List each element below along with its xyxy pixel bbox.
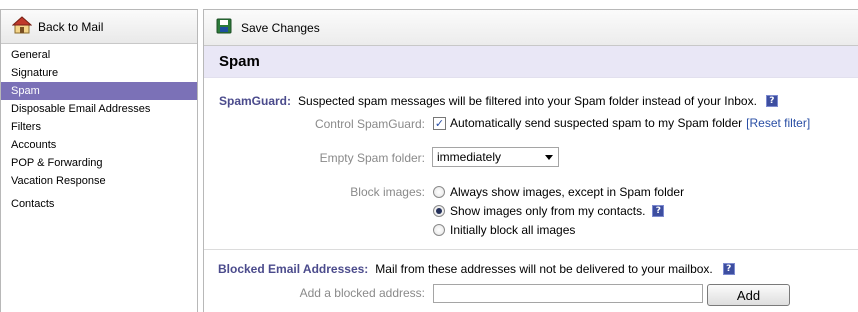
section-divider (204, 249, 858, 250)
sidebar-item-spam[interactable]: Spam (1, 82, 197, 100)
control-spamguard-text: Automatically send suspected spam to my … (450, 116, 743, 130)
blocked-addresses-help-icon[interactable]: ? (722, 263, 735, 275)
back-to-mail-label: Back to Mail (38, 19, 104, 34)
save-changes-button[interactable]: Save Changes (216, 18, 320, 37)
sidebar-item-signature[interactable]: Signature (1, 64, 197, 82)
block-images-radio-always[interactable] (433, 186, 445, 198)
sidebar-item-filters[interactable]: Filters (1, 118, 197, 136)
sidebar-item-disposable-email-addresses[interactable]: Disposable Email Addresses (1, 100, 197, 118)
settings-nav: General Signature Spam Disposable Email … (1, 44, 197, 213)
spamguard-description: Suspected spam messages will be filtered… (298, 94, 757, 108)
sidebar-item-contacts[interactable]: Contacts (1, 195, 197, 213)
block-images-option-label: Initially block all images (450, 223, 576, 237)
back-to-mail-button[interactable]: Back to Mail (1, 10, 197, 44)
block-images-help-icon[interactable]: ? (652, 205, 665, 217)
spamguard-help-icon[interactable]: ? (765, 95, 778, 107)
block-images-option-block-all[interactable]: Initially block all images (433, 223, 575, 237)
spamguard-header: SpamGuard: Suspected spam messages will … (219, 94, 778, 108)
blocked-addresses-label: Blocked Email Addresses: (218, 262, 369, 276)
add-blocked-address-label: Add a blocked address: (299, 286, 425, 300)
block-images-radio-contacts[interactable] (433, 205, 445, 217)
block-images-label: Block images: (350, 185, 425, 199)
block-images-option-contacts[interactable]: Show images only from my contacts. ? (433, 204, 665, 218)
add-blocked-address-button[interactable]: Add (707, 284, 790, 306)
toolbar: Save Changes (204, 10, 858, 46)
block-images-option-label: Always show images, except in Spam folde… (450, 185, 685, 199)
save-changes-label: Save Changes (241, 20, 320, 35)
floppy-disk-icon (216, 18, 232, 37)
sidebar-item-vacation-response[interactable]: Vacation Response (1, 172, 197, 190)
page-title: Spam (219, 53, 260, 70)
control-spamguard-row: ✓ Automatically send suspected spam to m… (433, 116, 810, 130)
sidebar-item-accounts[interactable]: Accounts (1, 136, 197, 154)
block-images-option-always[interactable]: Always show images, except in Spam folde… (433, 185, 684, 199)
block-images-radio-block-all[interactable] (433, 224, 445, 236)
settings-content: Save Changes Spam SpamGuard: Suspected s… (203, 9, 858, 312)
empty-spam-folder-label: Empty Spam folder: (319, 151, 425, 165)
blocked-addresses-description: Mail from these addresses will not be de… (375, 262, 713, 276)
spamguard-label: SpamGuard: (219, 94, 292, 108)
home-icon (11, 16, 33, 37)
empty-spam-folder-value: immediately (437, 150, 502, 164)
sidebar-item-pop-forwarding[interactable]: POP & Forwarding (1, 154, 197, 172)
empty-spam-folder-select[interactable]: immediately (432, 147, 559, 167)
blocked-addresses-header: Blocked Email Addresses: Mail from these… (218, 262, 735, 276)
reset-filter-link[interactable]: [Reset filter] (746, 116, 810, 130)
block-images-option-label: Show images only from my contacts. (450, 204, 646, 218)
settings-sidebar: Back to Mail General Signature Spam Disp… (0, 9, 198, 312)
dropdown-arrow-icon (545, 155, 553, 160)
sidebar-item-general[interactable]: General (1, 46, 197, 64)
blocked-address-input[interactable] (433, 284, 703, 303)
control-spamguard-checkbox[interactable]: ✓ (433, 116, 446, 130)
control-spamguard-label: Control SpamGuard: (314, 117, 425, 131)
page-title-bar: Spam (204, 46, 858, 78)
